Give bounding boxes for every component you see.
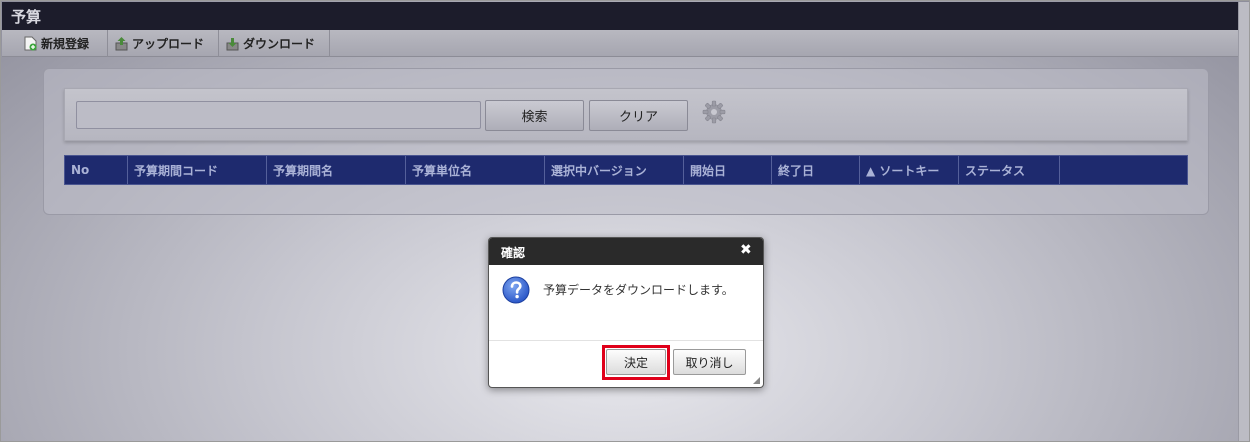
column-header-selected-version[interactable]: 選択中バージョン <box>545 156 684 184</box>
close-icon[interactable]: ✖ <box>740 243 754 257</box>
resize-grip-icon[interactable] <box>753 377 760 384</box>
cancel-button[interactable]: 取り消し <box>673 349 746 375</box>
search-button[interactable]: 検索 <box>485 100 584 131</box>
column-header-period-code[interactable]: 予算期間コード <box>128 156 267 184</box>
search-button-label: 検索 <box>521 110 548 125</box>
dialog-title: 確認 <box>489 238 763 265</box>
column-header-sort-key[interactable]: ▲ ソートキー <box>860 156 959 184</box>
upload-icon <box>115 37 128 51</box>
column-header-end-date[interactable]: 終了日 <box>772 156 860 184</box>
column-label: 終了日 <box>778 163 815 178</box>
scrollbar-track[interactable] <box>1238 2 1249 441</box>
column-header-period-name[interactable]: 予算期間名 <box>267 156 406 184</box>
app-frame: 予算 新規登録 アップロード ダウンロード 検索 クリア No 予算期間コード … <box>0 0 1250 442</box>
cancel-button-label: 取り消し <box>685 355 734 370</box>
confirm-dialog: 確認 ✖ 予算データをダウンロードします。 決定 取り消し <box>488 237 764 388</box>
window-title: 予算 <box>2 2 1238 30</box>
column-label: 予算期間名 <box>273 163 334 178</box>
dialog-divider <box>489 340 763 341</box>
column-header-no[interactable]: No <box>65 156 128 184</box>
new-register-label: 新規登録 <box>41 37 90 51</box>
confirm-button-label: 決定 <box>623 355 648 370</box>
confirm-button[interactable]: 決定 <box>606 349 666 375</box>
column-header-status[interactable]: ステータス <box>959 156 1060 184</box>
upload-label: アップロード <box>132 37 205 51</box>
download-button[interactable]: ダウンロード <box>219 30 330 57</box>
upload-button[interactable]: アップロード <box>108 30 219 57</box>
column-label: 開始日 <box>690 163 727 178</box>
column-header-start-date[interactable]: 開始日 <box>684 156 772 184</box>
table-header: No 予算期間コード 予算期間名 予算単位名 選択中バージョン 開始日 終了日 … <box>64 155 1188 185</box>
new-register-button[interactable]: 新規登録 <box>17 30 108 57</box>
download-label: ダウンロード <box>243 37 316 51</box>
column-label: 選択中バージョン <box>551 163 647 178</box>
clear-button-label: クリア <box>618 110 658 125</box>
add-document-icon <box>24 36 37 51</box>
clear-button[interactable]: クリア <box>589 100 688 131</box>
column-label: 予算期間コード <box>134 163 219 178</box>
column-label: ステータス <box>965 163 1026 178</box>
download-icon <box>226 38 239 51</box>
toolbar: 新規登録 アップロード ダウンロード <box>2 30 1238 57</box>
column-label: 予算単位名 <box>412 163 473 178</box>
column-label: No <box>71 163 90 177</box>
gear-icon[interactable] <box>702 100 726 124</box>
column-header-unit-name[interactable]: 予算単位名 <box>406 156 545 184</box>
search-input[interactable] <box>76 101 481 129</box>
column-label: ▲ ソートキー <box>866 163 940 178</box>
dialog-message: 予算データをダウンロードします。 <box>543 283 734 297</box>
question-icon <box>502 276 530 304</box>
